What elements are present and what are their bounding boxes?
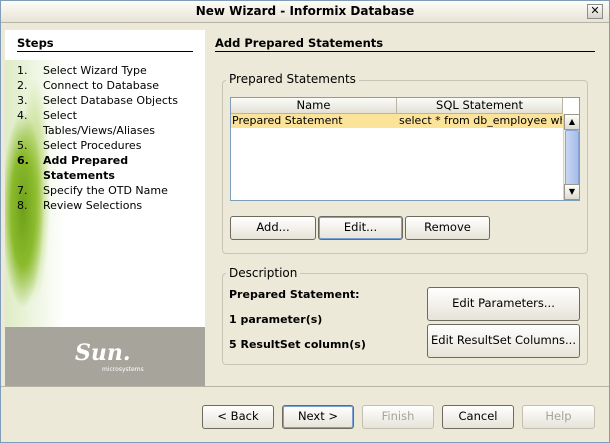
resultset-count: 5 ResultSet column(s): [229, 338, 366, 351]
window-title: New Wizard - Informix Database: [195, 4, 415, 18]
scroll-thumb[interactable]: [565, 130, 579, 186]
description-legend: Description: [226, 266, 301, 280]
step-item: Tables/Views/Aliases: [43, 124, 156, 137]
step-item: 1. Select Wizard Type: [17, 64, 147, 77]
cancel-button[interactable]: Cancel: [442, 405, 514, 429]
edit-button[interactable]: Edit...: [318, 216, 403, 240]
add-button[interactable]: Add...: [230, 216, 316, 240]
title-divider: [215, 51, 595, 52]
wizard-window: New Wizard - Informix Database ✕ Sun. mi…: [0, 0, 610, 443]
scroll-up-icon[interactable]: ▲: [564, 114, 580, 130]
finish-button[interactable]: Finish: [362, 405, 434, 429]
remove-button[interactable]: Remove: [405, 216, 490, 240]
close-button[interactable]: ✕: [587, 4, 603, 19]
parameter-count: 1 parameter(s): [229, 313, 323, 326]
prepared-statements-legend: Prepared Statements: [226, 72, 359, 86]
scroll-down-icon[interactable]: ▼: [564, 184, 580, 200]
sun-logo: Sun.: [75, 340, 131, 366]
steps-panel: Sun. microsystems Steps 1. Select Wizard …: [5, 30, 205, 386]
sun-logo-subtitle: microsystems: [102, 366, 144, 373]
cell-name[interactable]: Prepared Statement: [232, 114, 395, 128]
next-button[interactable]: Next >: [282, 405, 354, 429]
step-item: 4. Select: [17, 109, 77, 122]
column-header-name[interactable]: Name: [231, 98, 397, 114]
vertical-scrollbar[interactable]: ▲ ▼: [563, 114, 580, 200]
edit-parameters-button[interactable]: Edit Parameters...: [427, 287, 580, 321]
step-item: 5. Select Procedures: [17, 139, 142, 152]
page-title: Add Prepared Statements: [215, 36, 384, 50]
prepared-statements-table: Name SQL Statement Prepared Statement se…: [230, 97, 580, 201]
step-item: 7. Specify the OTD Name: [17, 184, 168, 197]
steps-heading: Steps: [17, 36, 54, 50]
cell-sql[interactable]: select * from db_employee whe...: [399, 114, 562, 128]
step-item: 2. Connect to Database: [17, 79, 160, 92]
table-row[interactable]: Prepared Statement select * from db_empl…: [231, 114, 563, 128]
edit-resultset-columns-button[interactable]: Edit ResultSet Columns...: [427, 324, 580, 358]
step-item: 8. Review Selections: [17, 199, 143, 212]
help-button[interactable]: Help: [522, 405, 595, 429]
steps-list: 1. Select Wizard Type 2. Connect to Databa…: [17, 63, 203, 213]
step-item: 3. Select Database Objects: [17, 94, 178, 107]
back-button[interactable]: < Back: [202, 405, 274, 429]
steps-divider: [17, 51, 193, 52]
column-header-sql[interactable]: SQL Statement: [397, 98, 563, 114]
statement-label: Prepared Statement:: [229, 288, 360, 301]
title-bar: New Wizard - Informix Database ✕: [1, 1, 609, 23]
step-item-current: 6. Add Prepared Statements: [17, 154, 129, 182]
